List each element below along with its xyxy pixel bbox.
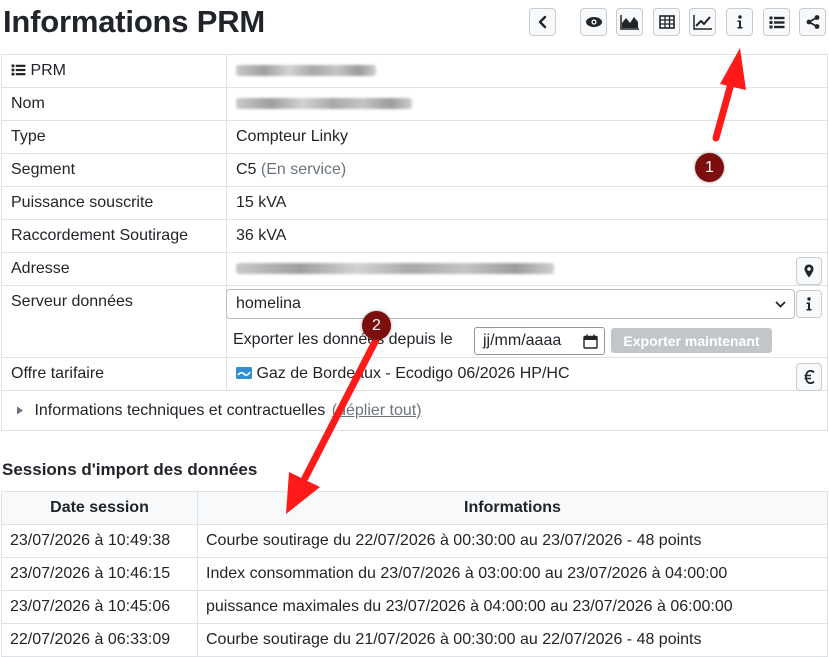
serveur-selected-value: homelina <box>236 295 301 312</box>
export-date-placeholder: jj/mm/aaaa <box>483 332 562 349</box>
row-offre: Offre tarifaire Gaz de Bordeaux - Ecodig… <box>1 357 828 391</box>
info-icon <box>806 297 812 311</box>
eye-icon <box>585 17 602 27</box>
row-puissance: Puissance souscrite 15 kVA <box>1 186 828 220</box>
list-icon <box>11 64 26 76</box>
table-row: 23/07/2026 à 10:45:06 puissance maximale… <box>1 590 828 624</box>
session-info: Courbe soutirage du 21/07/2026 à 00:30:0… <box>197 623 828 657</box>
raccordement-label: Raccordement Soutirage <box>1 219 227 253</box>
nom-value-redacted <box>236 98 412 110</box>
back-button[interactable] <box>529 8 556 36</box>
nom-label: Nom <box>1 87 227 121</box>
expand-all-link[interactable]: (déplier tout) <box>332 402 422 419</box>
segment-status: (En service) <box>260 161 347 178</box>
gas-provider-logo-icon <box>236 367 252 379</box>
line-chart-icon <box>692 15 712 30</box>
session-date: 23/07/2026 à 10:49:38 <box>1 524 198 558</box>
table-row: 23/07/2026 à 10:46:15 Index consommation… <box>1 557 828 591</box>
table-icon <box>658 15 675 29</box>
offre-label: Offre tarifaire <box>1 357 227 391</box>
line-chart-button[interactable] <box>689 8 716 36</box>
view-button[interactable] <box>580 8 607 36</box>
column-header-date: Date session <box>1 491 198 525</box>
prm-info-table: PRM Nom Type Compteur Linky Segment C5 (… <box>1 54 828 431</box>
export-now-button[interactable]: Exporter maintenant <box>611 328 772 353</box>
export-date-input[interactable]: jj/mm/aaaa <box>474 327 605 355</box>
calendar-icon[interactable] <box>583 334 598 349</box>
area-chart-icon <box>619 15 639 30</box>
segment-value: C5 <box>236 161 257 178</box>
prm-label: PRM <box>30 62 67 79</box>
session-date: 23/07/2026 à 10:46:15 <box>1 557 198 591</box>
row-prm: PRM <box>1 54 828 88</box>
puissance-label: Puissance souscrite <box>1 186 227 220</box>
session-date: 22/07/2026 à 06:33:09 <box>1 623 198 657</box>
area-chart-button[interactable] <box>616 8 643 36</box>
row-nom: Nom <box>1 87 828 121</box>
sessions-title: Sessions d'import des données <box>2 460 258 479</box>
row-details[interactable]: Informations techniques et contractuelle… <box>1 390 828 431</box>
session-info: Courbe soutirage du 22/07/2026 à 00:30:0… <box>197 524 828 558</box>
table-row: 23/07/2026 à 10:49:38 Courbe soutirage d… <box>1 524 828 558</box>
caret-right-icon[interactable] <box>16 406 24 415</box>
serveur-info-button[interactable] <box>796 290 822 318</box>
session-info: Index consommation du 23/07/2026 à 03:00… <box>197 557 828 591</box>
map-marker-icon <box>804 264 814 278</box>
chevron-down-icon <box>775 301 786 308</box>
list-button[interactable] <box>763 8 790 36</box>
row-adresse: Adresse <box>1 252 828 286</box>
type-label: Type <box>1 120 227 154</box>
sessions-table: Date session Informations 23/07/2026 à 1… <box>1 491 828 657</box>
offre-currency-button[interactable] <box>796 363 822 391</box>
map-location-button[interactable] <box>796 257 822 285</box>
share-icon <box>806 15 819 29</box>
serveur-label: Serveur données <box>1 285 227 358</box>
segment-label: Segment <box>1 153 227 187</box>
euro-icon <box>804 370 815 384</box>
serveur-select[interactable]: homelina <box>226 289 795 319</box>
chevron-left-icon <box>538 15 546 29</box>
column-header-info: Informations <box>197 491 828 525</box>
export-label: Exporter les données depuis le <box>233 331 453 348</box>
puissance-value: 15 kVA <box>226 186 828 220</box>
type-value: Compteur Linky <box>226 120 828 154</box>
raccordement-value: 36 kVA <box>226 219 828 253</box>
annotation-marker-2: 2 <box>362 311 391 340</box>
annotation-marker-1: 1 <box>695 153 724 182</box>
table-row: 22/07/2026 à 06:33:09 Courbe soutirage d… <box>1 623 828 657</box>
details-summary[interactable]: Informations techniques et contractuelle… <box>34 402 325 419</box>
adresse-value-redacted <box>236 263 554 275</box>
table-view-button[interactable] <box>653 8 680 36</box>
row-raccordement: Raccordement Soutirage 36 kVA <box>1 219 828 253</box>
table-header-row: Date session Informations <box>1 491 828 525</box>
session-info: puissance maximales du 23/07/2026 à 04:0… <box>197 590 828 624</box>
adresse-label: Adresse <box>1 252 227 286</box>
page-title: Informations PRM <box>3 4 266 39</box>
info-button[interactable] <box>726 8 753 36</box>
session-date: 23/07/2026 à 10:45:06 <box>1 590 198 624</box>
share-button[interactable] <box>799 8 826 36</box>
row-type: Type Compteur Linky <box>1 120 828 154</box>
info-icon <box>737 15 742 29</box>
prm-value-redacted <box>236 65 376 77</box>
offre-value: Gaz de Bordeaux - Ecodigo 06/2026 HP/HC <box>256 365 570 382</box>
list-icon <box>769 16 784 28</box>
